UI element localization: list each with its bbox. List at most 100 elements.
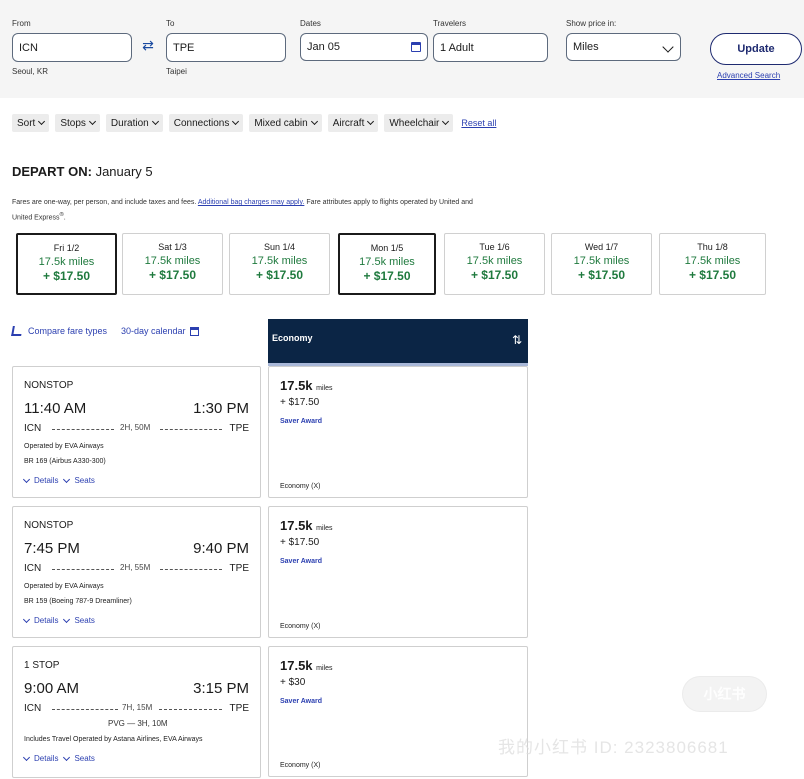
chevron-down-icon bbox=[22, 475, 31, 483]
details-link[interactable]: Details bbox=[22, 753, 59, 763]
miles-unit: miles bbox=[316, 525, 333, 532]
duration: 2H, 55M bbox=[120, 563, 151, 572]
departure-time: 9:00 AM bbox=[24, 680, 80, 697]
compare-label: Compare fare types bbox=[28, 326, 108, 336]
details-link[interactable]: Details bbox=[22, 475, 59, 485]
dates-input[interactable]: Jan 05 bbox=[300, 33, 428, 61]
chevron-down-icon bbox=[63, 615, 71, 623]
search-bar: From ICN Seoul, KR ⇄ To TPE Taipei Dates… bbox=[0, 0, 804, 98]
fare-card-economy[interactable]: 17.5k miles + $17.50 Saver Award Economy… bbox=[268, 506, 528, 638]
arrival-time: 3:15 PM bbox=[193, 680, 249, 697]
advanced-search-link[interactable]: Advanced Search bbox=[717, 71, 780, 80]
route-line bbox=[160, 569, 222, 570]
date-tab-price: + $17.50 bbox=[577, 268, 626, 282]
date-tab-sun-1-4[interactable]: Sun 1/4 17.5k miles + $17.50 bbox=[229, 233, 330, 295]
stops-label: NONSTOP bbox=[24, 380, 74, 391]
chevron-down-icon bbox=[88, 117, 96, 126]
flight-card: NONSTOP 7:45 PM 9:40 PM ICN 2H, 55M TPE … bbox=[12, 506, 261, 638]
update-button[interactable]: Update bbox=[710, 33, 802, 65]
price-label: Show price in: bbox=[566, 19, 617, 28]
economy-column-header[interactable]: Economy ⇅ bbox=[268, 319, 528, 366]
chevron-down-icon bbox=[22, 615, 31, 623]
to-input[interactable]: TPE bbox=[166, 33, 286, 62]
date-tab-miles: 17.5k miles bbox=[466, 255, 523, 267]
travelers-input[interactable]: 1 Adult bbox=[433, 33, 548, 62]
departure-code: ICN bbox=[24, 703, 42, 714]
date-tab-wed-1-7[interactable]: Wed 1/7 17.5k miles + $17.50 bbox=[551, 233, 652, 295]
from-city: Seoul, KR bbox=[12, 67, 49, 76]
date-tab-tue-1-6[interactable]: Tue 1/6 17.5k miles + $17.50 bbox=[444, 233, 545, 295]
seat-icon bbox=[11, 326, 23, 336]
fare-card-economy[interactable]: 17.5k miles + $17.50 Saver Award Economy… bbox=[268, 366, 528, 498]
departure-code: ICN bbox=[24, 563, 42, 574]
filter-duration[interactable]: Duration bbox=[105, 114, 163, 132]
filter-wheelchair[interactable]: Wheelchair bbox=[384, 114, 454, 132]
to-label: To bbox=[166, 19, 175, 28]
from-label: From bbox=[12, 19, 31, 28]
seats-link[interactable]: Seats bbox=[63, 475, 95, 485]
seats-link[interactable]: Seats bbox=[63, 753, 95, 763]
price-select[interactable]: Miles bbox=[566, 33, 681, 61]
flight-card: 1 STOP 9:00 AM 3:15 PM ICN 7H, 15M TPE P… bbox=[12, 646, 261, 778]
date-tab-fri-1-2[interactable]: Fri 1/2 17.5k miles + $17.50 bbox=[16, 233, 117, 295]
flight-links: Details Seats bbox=[22, 615, 101, 625]
details-link[interactable]: Details bbox=[22, 615, 59, 625]
filter-aircraft[interactable]: Aircraft bbox=[327, 114, 379, 132]
miles-value: 17.5k bbox=[280, 518, 313, 533]
details-label: Details bbox=[34, 616, 59, 625]
departure-time: 11:40 AM bbox=[24, 400, 87, 417]
duration: 2H, 50M bbox=[120, 423, 151, 432]
route-line bbox=[52, 429, 114, 430]
filter-bar: Sort Stops Duration Connections Mixed ca… bbox=[12, 114, 496, 132]
date-tab-thu-1-8[interactable]: Thu 1/8 17.5k miles + $17.50 bbox=[659, 233, 766, 295]
miles-unit: miles bbox=[316, 385, 333, 392]
calendar-icon[interactable] bbox=[411, 42, 421, 52]
depart-date: January 5 bbox=[95, 164, 153, 179]
compare-fare-types-link[interactable]: Compare fare types bbox=[11, 326, 108, 336]
dates-label: Dates bbox=[300, 19, 321, 28]
date-tab-day: Sun 1/4 bbox=[263, 242, 296, 252]
date-tab-mon-1-5[interactable]: Mon 1/5 17.5k miles + $17.50 bbox=[338, 233, 436, 295]
fare-tax: + $30 bbox=[280, 677, 306, 688]
route-line bbox=[52, 709, 118, 710]
date-tab-miles: 17.5k miles bbox=[573, 255, 630, 267]
date-tab-price: + $17.50 bbox=[688, 268, 737, 282]
filter-stops[interactable]: Stops bbox=[55, 114, 100, 132]
details-label: Details bbox=[34, 754, 59, 763]
arrival-code: TPE bbox=[229, 563, 249, 574]
economy-title: Economy bbox=[272, 333, 313, 343]
flight-number: BR 159 (Boeing 787-9 Dreamliner) bbox=[24, 598, 132, 605]
calendar-30-day-link[interactable]: 30-day calendar bbox=[121, 326, 199, 336]
date-tab-sat-1-3[interactable]: Sat 1/3 17.5k miles + $17.50 bbox=[122, 233, 223, 295]
fare-card-economy[interactable]: 17.5k miles + $30 Saver Award Economy (X… bbox=[268, 646, 528, 777]
travelers-label: Travelers bbox=[433, 19, 467, 28]
filter-connections[interactable]: Connections bbox=[168, 114, 244, 132]
date-tab-miles: 17.5k miles bbox=[684, 255, 741, 267]
filter-label: Connections bbox=[173, 117, 230, 129]
filter-mixed-cabin[interactable]: Mixed cabin bbox=[249, 114, 322, 132]
route-line bbox=[52, 569, 114, 570]
miles-value: 17.5k bbox=[280, 658, 313, 673]
route-line bbox=[159, 709, 222, 710]
from-input[interactable]: ICN bbox=[12, 33, 132, 62]
dates-value: Jan 05 bbox=[307, 41, 341, 53]
fare-miles: 17.5k miles bbox=[280, 518, 333, 533]
date-tab-price: + $17.50 bbox=[148, 268, 197, 282]
date-tab-price: + $17.50 bbox=[42, 269, 91, 283]
filter-sort[interactable]: Sort bbox=[12, 114, 50, 132]
reset-all-link[interactable]: Reset all bbox=[461, 118, 496, 128]
depart-prefix: DEPART ON: bbox=[12, 164, 92, 179]
filter-label: Stops bbox=[60, 117, 86, 129]
bag-charges-link[interactable]: Additional bag charges may apply. bbox=[198, 199, 305, 206]
sort-icon[interactable]: ⇅ bbox=[512, 333, 522, 347]
arrival-code: TPE bbox=[229, 423, 249, 434]
details-label: Details bbox=[34, 476, 59, 485]
flight-links: Details Seats bbox=[22, 753, 101, 763]
fare-type: Saver Award bbox=[280, 698, 323, 705]
fare-type: Saver Award bbox=[280, 558, 323, 565]
chevron-down-icon bbox=[63, 475, 71, 483]
seats-link[interactable]: Seats bbox=[63, 615, 95, 625]
chevron-down-icon bbox=[22, 753, 31, 761]
flight-links: Details Seats bbox=[22, 475, 101, 485]
swap-icon[interactable]: ⇄ bbox=[140, 38, 156, 52]
